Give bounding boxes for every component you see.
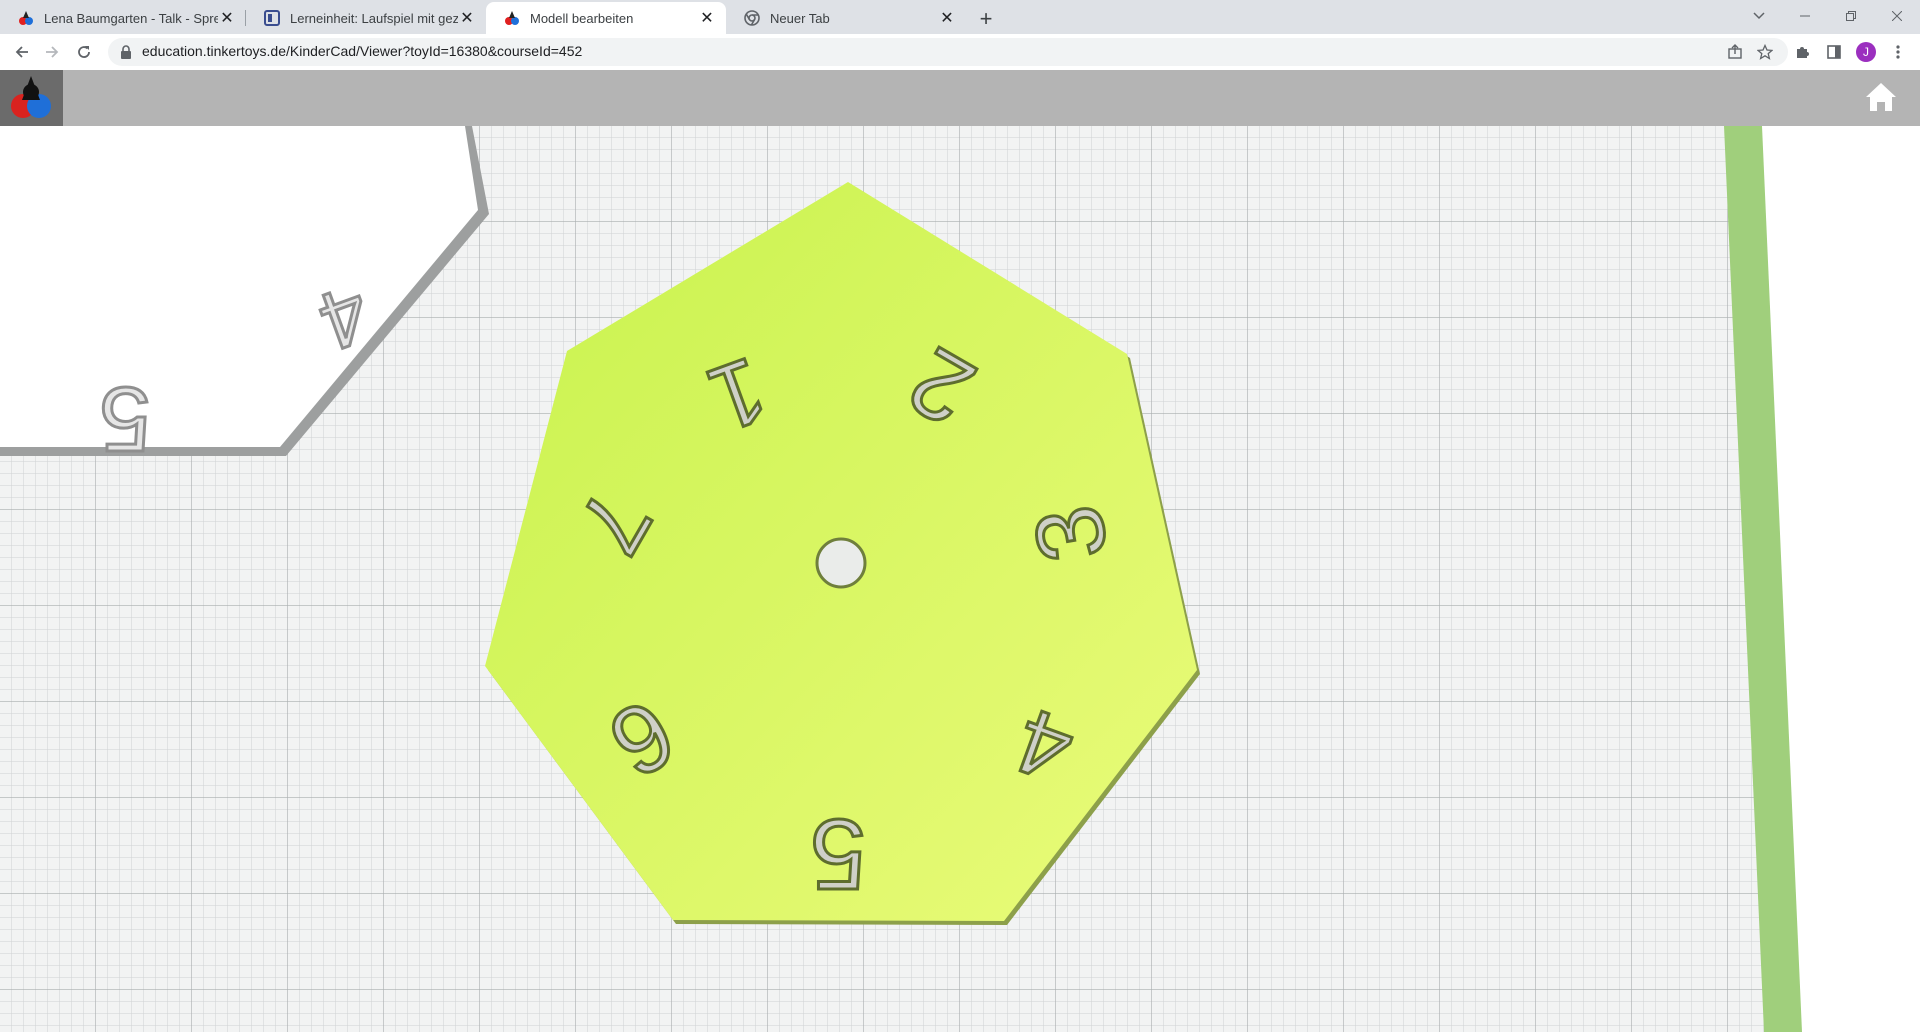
address-bar[interactable]: education.tinkertoys.de/KinderCad/Viewer… <box>108 38 1788 66</box>
browser-tab-neuer-tab[interactable]: Neuer Tab ✕ <box>726 2 966 34</box>
new-tab-button[interactable]: + <box>972 5 1000 33</box>
close-window-button[interactable] <box>1874 0 1920 32</box>
home-icon <box>1866 83 1896 111</box>
lerneinheit-favicon-icon <box>264 10 280 26</box>
tab-title: Neuer Tab <box>770 10 830 26</box>
tab-search-chevron-icon[interactable] <box>1736 0 1782 32</box>
plate-number-5: 5 <box>810 798 866 910</box>
app-header <box>0 70 1920 126</box>
close-icon[interactable]: ✕ <box>458 9 476 27</box>
center-hole <box>815 537 867 589</box>
browser-tab-lerneinheit[interactable]: Lerneinheit: Laufspiel mit gezinkt ✕ <box>246 2 486 34</box>
reload-button[interactable] <box>70 38 98 66</box>
side-panel-icon[interactable] <box>1820 38 1848 66</box>
profile-avatar[interactable]: J <box>1852 38 1880 66</box>
tab-title: Lerneinheit: Laufspiel mit gezinkt <box>290 10 458 26</box>
close-icon[interactable]: ✕ <box>698 9 716 27</box>
profile-initial: J <box>1856 42 1876 62</box>
tinkertoys-logo-icon[interactable] <box>0 70 63 126</box>
3d-viewport[interactable]: 4 5 1 2 3 4 5 6 7 <box>0 126 1920 1032</box>
share-icon[interactable] <box>1726 43 1744 61</box>
tab-title: Lena Baumgarten - Talk - Sprech <box>44 10 218 26</box>
minimize-button[interactable] <box>1782 0 1828 32</box>
lock-icon <box>120 45 132 64</box>
tinkertoys-logo-icon <box>18 10 34 26</box>
browser-tab-modell-bearbeiten[interactable]: Modell bearbeiten ✕ <box>486 2 726 34</box>
forward-button[interactable] <box>38 38 66 66</box>
home-button[interactable] <box>1864 80 1898 114</box>
bookmark-star-icon[interactable] <box>1756 43 1774 61</box>
tinkertoys-logo-icon <box>504 10 520 26</box>
close-icon[interactable]: ✕ <box>218 9 236 27</box>
browser-toolbar: education.tinkertoys.de/KinderCad/Viewer… <box>0 34 1920 71</box>
partial-plate-number-5: 5 <box>99 368 150 470</box>
3d-scene[interactable]: 4 5 1 2 3 4 5 6 7 <box>0 126 1920 1032</box>
tab-title: Modell bearbeiten <box>530 10 634 26</box>
chrome-icon <box>744 10 760 26</box>
browser-tab-talk[interactable]: Lena Baumgarten - Talk - Sprech ✕ <box>0 2 246 34</box>
restore-button[interactable] <box>1828 0 1874 32</box>
browser-menu-icon[interactable] <box>1884 38 1912 66</box>
close-icon[interactable]: ✕ <box>938 9 956 27</box>
browser-tab-strip: Lena Baumgarten - Talk - Sprech ✕ Lernei… <box>0 0 1920 34</box>
back-button[interactable] <box>8 38 36 66</box>
extensions-puzzle-icon[interactable] <box>1788 38 1816 66</box>
url-text: education.tinkertoys.de/KinderCad/Viewer… <box>142 43 583 59</box>
